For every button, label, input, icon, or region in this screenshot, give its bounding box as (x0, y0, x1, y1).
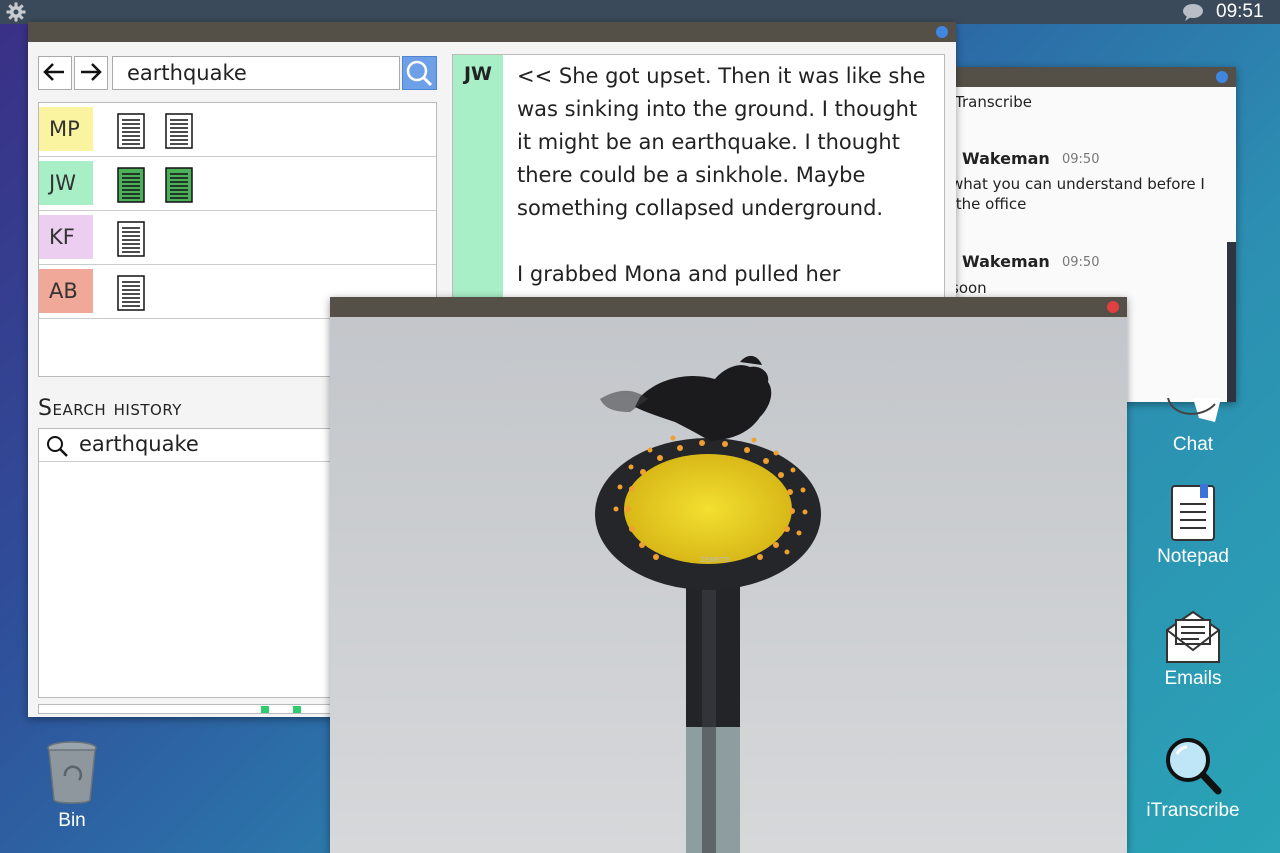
transcript-panel: JW << She got upset. Then it was like sh… (452, 54, 945, 317)
desktop-icon-label: Notepad (1157, 546, 1229, 567)
scroll-marker (261, 706, 269, 713)
email-icon (1166, 610, 1220, 663)
horizontal-scrollbar[interactable] (38, 704, 358, 714)
search-icon (406, 60, 433, 87)
search-input[interactable] (112, 56, 400, 90)
search-button[interactable] (402, 56, 437, 90)
document-icon[interactable] (117, 113, 145, 149)
desktop-icon-label: Emails (1164, 668, 1222, 689)
forward-button[interactable] (74, 56, 108, 90)
close-icon[interactable] (1107, 301, 1119, 313)
search-history-title: Search history (38, 396, 182, 421)
minimize-icon[interactable] (1216, 71, 1228, 83)
message-text: what you can understand before I the off… (951, 175, 1205, 213)
bin-icon (47, 741, 97, 804)
transcript-paragraph: << She got upset. Then it was like she w… (517, 64, 926, 220)
message-time: 09:50 (1062, 255, 1100, 270)
chat-bubble-icon[interactable] (1182, 3, 1204, 21)
scroll-marker (293, 706, 301, 713)
document-icon[interactable] (117, 221, 145, 257)
notepad-icon (1171, 484, 1215, 541)
clock: 09:51 (1216, 1, 1264, 22)
desktop-icon-label: Chat (1172, 434, 1214, 455)
bird-on-street-lamp-photo: ZEBRITE (330, 317, 1127, 853)
transcript-speaker: JW (453, 55, 503, 316)
desktop-icon-itranscribe[interactable]: iTranscribe (1133, 736, 1253, 822)
search-icon (47, 436, 68, 457)
magnifier-icon (1166, 738, 1222, 795)
message-time: 09:50 (1062, 152, 1100, 167)
search-window-titlebar[interactable] (28, 22, 956, 42)
chat-title: Transcribe (955, 93, 1032, 111)
message-text: soon (951, 279, 987, 297)
lamp-brand-text: ZEBRITE (700, 556, 730, 564)
search-history-list: earthquake (38, 428, 358, 698)
speaker-initials: MP (39, 107, 93, 151)
chat-scrollbar[interactable] (1227, 242, 1236, 402)
desktop-icon-notepad[interactable]: Notepad (1133, 484, 1253, 568)
top-bar: 09:51 (0, 0, 1280, 24)
desktop-icon-label: Bin (58, 810, 86, 831)
document-icon[interactable] (165, 113, 193, 149)
message-sender: Wakeman (962, 149, 1050, 168)
message-sender: Wakeman (962, 252, 1050, 271)
speaker-initials: JW (39, 161, 93, 205)
back-button[interactable] (38, 56, 72, 90)
document-highlighted-icon[interactable] (165, 167, 193, 203)
arrow-left-icon (43, 63, 64, 81)
document-highlighted-icon[interactable] (117, 167, 145, 203)
desktop-icon-bin[interactable]: Bin (12, 740, 132, 832)
history-item-label: earthquake (79, 432, 199, 456)
desktop-icon-emails[interactable]: Emails (1133, 608, 1253, 690)
chat-icon (1167, 398, 1221, 422)
arrow-right-icon (81, 63, 102, 81)
gear-icon[interactable] (6, 2, 26, 22)
result-row[interactable]: KF (39, 211, 436, 265)
minimize-icon[interactable] (936, 26, 948, 38)
transcript-text: << She got upset. Then it was like she w… (517, 60, 927, 316)
image-viewer-window: ZEBRITE (330, 297, 1127, 853)
image-viewer-titlebar[interactable] (330, 297, 1127, 317)
desktop-icon-label: iTranscribe (1146, 800, 1240, 821)
speaker-initials: KF (39, 215, 93, 259)
result-row[interactable]: JW (39, 157, 436, 211)
desktop-icon-chat[interactable]: Chat (1133, 398, 1253, 456)
result-row[interactable]: MP (39, 103, 436, 157)
document-icon[interactable] (117, 275, 145, 311)
speaker-initials: AB (39, 269, 93, 313)
chat-window-titlebar[interactable] (955, 67, 1236, 87)
history-item[interactable]: earthquake (39, 429, 357, 462)
